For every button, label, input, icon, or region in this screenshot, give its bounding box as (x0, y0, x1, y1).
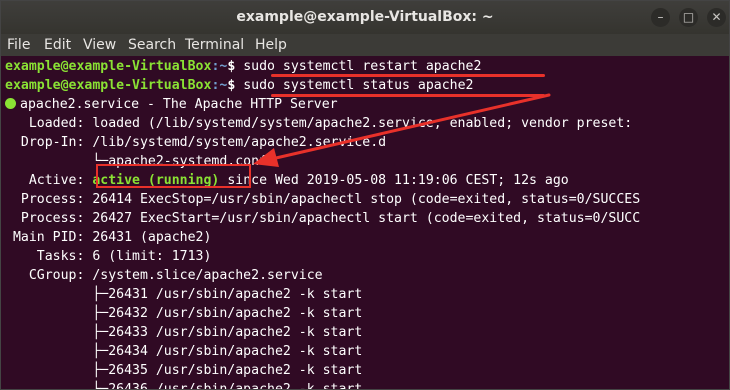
annotation-arrow-icon (253, 93, 551, 167)
terminal-window: example@example-VirtualBox: ~ – □ ✕ File… (0, 0, 730, 390)
